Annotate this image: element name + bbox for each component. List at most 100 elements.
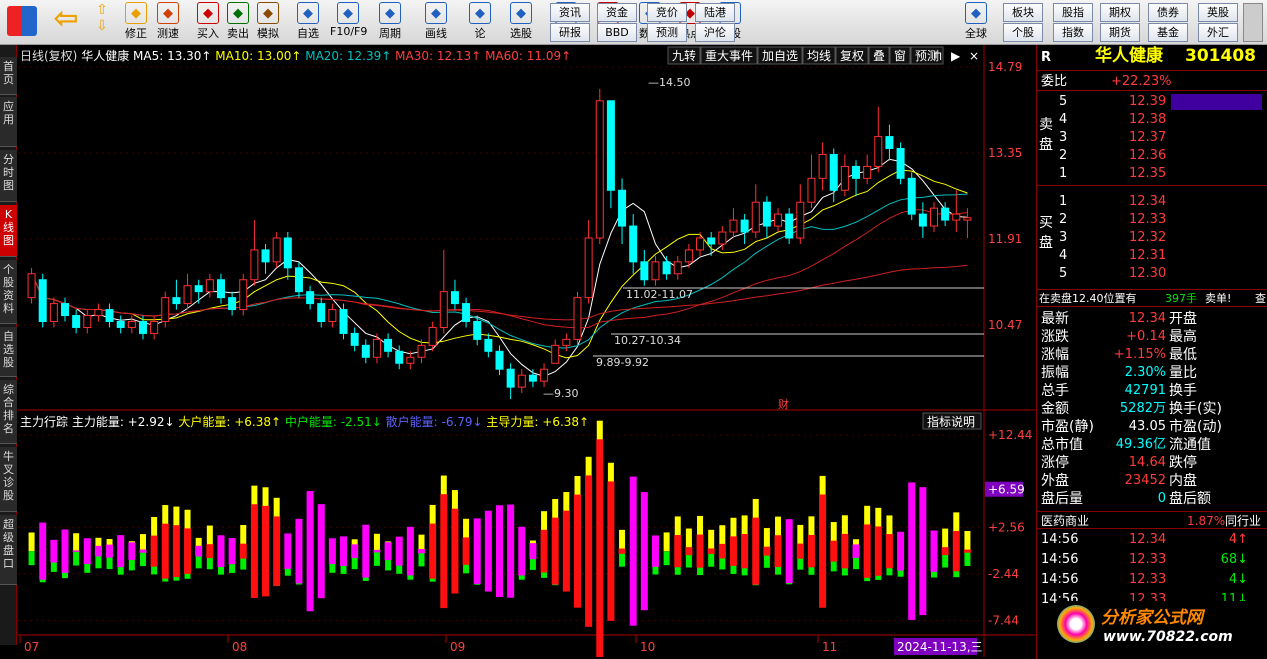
grid-logo-icon[interactable] (3, 2, 41, 43)
small-button-11[interactable]: 债券 (1148, 3, 1188, 22)
toolbar-button-6[interactable]: ◆ F10/F9 (330, 2, 367, 43)
tick-row: 14:56 12.33 68↓ (1037, 551, 1267, 569)
bid-level: 4 (1059, 248, 1068, 263)
main-energy-bar (874, 526, 882, 576)
industry-row[interactable]: 医药商业 1.87% 同行业 (1037, 511, 1267, 529)
ask-row[interactable]: 4 12.38 (1037, 111, 1267, 129)
side-tab-7[interactable]: 牛叉诊股 (0, 447, 17, 512)
small-button-9[interactable]: 股指 (1053, 3, 1093, 22)
small-button-15[interactable]: 期货 (1100, 23, 1140, 42)
discuss-icon: ◆ (469, 2, 491, 24)
main-energy-bar (607, 481, 615, 621)
bid-row[interactable]: 1 12.34 (1037, 193, 1267, 211)
side-tab-5[interactable]: 自选股 (0, 327, 17, 377)
kline-chart[interactable]: 14.79 13.35 11.91 10.47 11.02-11.07 10.27-10.… (18, 45, 1035, 659)
small-button-5[interactable]: BBD (597, 23, 637, 42)
ask-row[interactable]: 2 12.36 (1037, 147, 1267, 165)
sell-icon: ◆ (227, 2, 249, 24)
toolbar-button-label: 画线 (425, 27, 447, 40)
small-button-10[interactable]: 期权 (1100, 3, 1140, 22)
candle-body (952, 213, 961, 221)
toolbar-button-4[interactable]: ◆ 模拟 (250, 2, 286, 43)
alert-tag: 卖单! (1205, 292, 1232, 305)
stat-label-2: 量比 (1169, 365, 1197, 381)
bigholder-bar (619, 529, 626, 552)
ma-value-label: MA60: 11.09↑ (485, 49, 571, 63)
play-icon[interactable]: ▶ (951, 49, 961, 63)
small-button-13[interactable]: 个股 (1003, 23, 1043, 42)
candle-body (72, 315, 81, 328)
small-button-6[interactable]: 预测 (647, 23, 687, 42)
main-energy-bar (852, 544, 860, 558)
stat-value: +0.14 (1126, 329, 1166, 344)
chart-header: 日线(复权) 华人健康 MA5: 13.30↑ MA10: 13.00↑ MA2… (20, 48, 571, 63)
ask-volume-bar (1171, 94, 1262, 110)
bid-row[interactable]: 3 12.32 (1037, 229, 1267, 247)
side-tab-6[interactable]: 综合排名 (0, 380, 17, 444)
main-energy-bar (718, 543, 726, 559)
toolbar-button-1[interactable]: ◆ 测速 (150, 2, 186, 43)
toolbar-button-10[interactable]: ◆ 选股 (503, 2, 539, 43)
small-button-2[interactable]: 竞价 (647, 3, 687, 22)
small-button-12[interactable]: 英股 (1198, 3, 1238, 22)
side-tab-4[interactable]: 个股资料 (0, 260, 17, 324)
candle-body (762, 201, 771, 227)
back-button[interactable]: ⇦ (48, 2, 84, 43)
candle-body (517, 374, 526, 388)
side-tab-1[interactable]: 应用 (0, 97, 17, 147)
alert-volume: 397手 (1165, 292, 1197, 305)
toolbar-button-9[interactable]: ◆ 论 (462, 2, 498, 43)
side-tab-3[interactable]: K线图 (0, 205, 17, 257)
toolbar-scroll[interactable] (1243, 3, 1263, 42)
ask-row[interactable]: 5 12.39 (1037, 93, 1267, 111)
small-button-17[interactable]: 外汇 (1198, 23, 1238, 42)
toolbar-button-5[interactable]: ◆ 自选 (290, 2, 326, 43)
candle-body (673, 261, 682, 275)
toolbar-button-label: 自选 (297, 27, 319, 40)
high-label: —14.50 (648, 76, 691, 89)
candle-body (807, 177, 816, 203)
main-energy-bar (206, 544, 214, 559)
finance-marker[interactable]: 财 (778, 397, 789, 411)
bid-row[interactable]: 2 12.33 (1037, 211, 1267, 229)
toolbar-button-8[interactable]: ◆ 画线 (418, 2, 454, 43)
industry-tab[interactable]: 同行业 (1225, 512, 1261, 530)
candle-body (428, 326, 437, 346)
small-button-3[interactable]: 陆港 (695, 3, 735, 22)
watermark-title: 分析家公式网 (1101, 608, 1203, 628)
gap-label: 11.02-11.07 (626, 288, 693, 301)
lock-icon[interactable]: ⊓ (933, 49, 942, 63)
candle-body (194, 285, 203, 293)
candle-body (651, 261, 660, 281)
small-button-7[interactable]: 沪伦 (695, 23, 735, 42)
side-tab-8[interactable]: 超级盘口 (0, 515, 17, 585)
main-energy-bar (551, 517, 559, 585)
small-button-1[interactable]: 资金 (597, 3, 637, 22)
toolbar-button-0[interactable]: ◆ 修正 (118, 2, 154, 43)
candle-body (840, 165, 849, 191)
small-button-4[interactable]: 研报 (550, 23, 590, 42)
order-alert[interactable]: 在卖盘12.40位置有 397手 卖单! 查 (1037, 289, 1267, 307)
arrow-down-icon: ⇩ (96, 18, 108, 34)
close-icon[interactable]: × (969, 49, 979, 63)
toolbar-button-16[interactable]: ◆ 全球 (958, 2, 994, 43)
bid-row[interactable]: 4 12.31 (1037, 247, 1267, 265)
toolbar-button-7[interactable]: ◆ 周期 (372, 2, 408, 43)
scroll-arrows[interactable]: ⇧ ⇩ (92, 2, 112, 43)
side-tab-0[interactable]: 首页 (0, 57, 17, 95)
small-button-8[interactable]: 板块 (1003, 3, 1043, 22)
small-button-16[interactable]: 基金 (1148, 23, 1188, 42)
small-button-14[interactable]: 指数 (1053, 23, 1093, 42)
side-tab-2[interactable]: 分时图 (0, 150, 17, 202)
ask-row[interactable]: 3 12.37 (1037, 129, 1267, 147)
main-energy-bar (273, 516, 281, 586)
bid-row[interactable]: 5 12.30 (1037, 265, 1267, 283)
ask-row[interactable]: 1 12.35 (1037, 165, 1267, 183)
chart-tab-label: 均线 (807, 49, 831, 63)
midholder-bar (964, 551, 971, 567)
main-energy-bar (295, 518, 303, 584)
candle-body (618, 189, 627, 227)
small-button-0[interactable]: 资讯 (550, 3, 590, 22)
candle-body (562, 338, 571, 346)
stat-label-2: 最低 (1169, 347, 1197, 363)
